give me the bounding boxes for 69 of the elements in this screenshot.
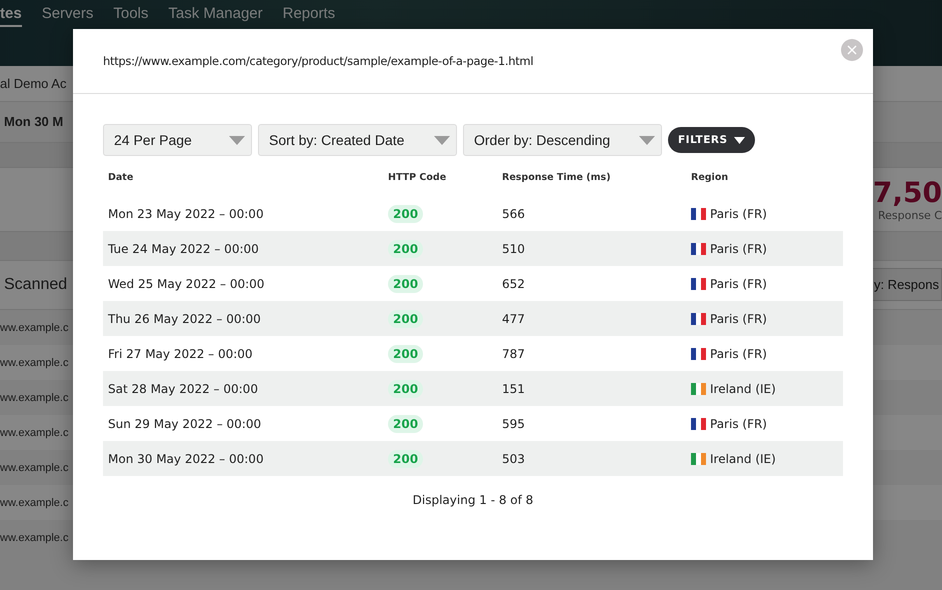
table-cell-text: 566 — [501, 206, 526, 220]
flag-icon — [691, 418, 706, 430]
table-cell-text: 503 — [501, 452, 526, 466]
column-header: Region — [690, 172, 730, 183]
page-url: https://www.example.com/category/product/sample/example-of-a-page-1.html — [103, 54, 534, 68]
flag-icon — [691, 208, 706, 220]
status-code: 200 — [388, 414, 424, 432]
close-icon — [847, 45, 857, 55]
url-link[interactable]: ww.example.c — [0, 462, 68, 474]
flag-icon — [691, 242, 706, 254]
table-cell-text: Sun 29 May 2022 – 00:00 — [107, 416, 262, 430]
nav-tab[interactable]: Servers — [42, 5, 94, 25]
table-cell-text: 787 — [501, 346, 526, 360]
pagination-info: Displaying 1 - 8 of 8 — [412, 493, 534, 507]
stat-label: Response C — [878, 209, 942, 222]
flag-icon — [691, 382, 706, 394]
dropdown[interactable]: Sort by: Created Date — [258, 124, 457, 156]
filters-button[interactable]: FILTERS — [668, 127, 755, 153]
close-button[interactable] — [841, 39, 863, 61]
region-name: Paris (FR) — [710, 312, 767, 326]
flag-icon — [691, 312, 706, 324]
dropdown[interactable]: Order by: Descending — [463, 124, 662, 156]
region-name: Paris (FR) — [710, 276, 767, 290]
url-link[interactable]: ww.example.c — [0, 322, 68, 334]
region-name: Ireland (IE) — [710, 382, 776, 396]
region-name: Paris (FR) — [710, 346, 767, 360]
account-name: al Demo Ac — [0, 76, 66, 91]
table-cell-text: Tue 24 May 2022 – 00:00 — [107, 242, 260, 256]
date-label: Mon 30 M — [4, 114, 64, 130]
flag-icon — [691, 278, 706, 290]
table-cell-text: Thu 26 May 2022 – 00:00 — [107, 312, 262, 326]
url-link[interactable]: ww.example.c — [0, 392, 68, 404]
column-header: HTTP Code — [387, 172, 448, 183]
status-code: 200 — [388, 274, 424, 292]
dropdown[interactable]: 24 Per Page — [103, 124, 252, 156]
table-cell-text: 510 — [501, 242, 526, 256]
region-name: Paris (FR) — [710, 206, 767, 220]
table-cell-text: Mon 30 May 2022 – 00:00 — [107, 452, 265, 466]
nav-tab[interactable]: Tools — [113, 5, 148, 25]
nav-tab[interactable]: Task Manager — [168, 5, 263, 25]
column-header: Date — [107, 172, 134, 183]
url-link[interactable]: ww.example.c — [0, 496, 68, 508]
nav-tab[interactable]: tes — [0, 5, 22, 27]
table-cell-text: 151 — [501, 382, 526, 396]
table-cell-text: Sat 28 May 2022 – 00:00 — [107, 382, 259, 396]
section-title: Scanned — [4, 276, 68, 294]
status-code: 200 — [388, 380, 424, 398]
region-name: Paris (FR) — [710, 416, 767, 430]
column-header: Response Time (ms) — [501, 172, 612, 183]
status-code: 200 — [388, 204, 424, 222]
flag-icon — [691, 348, 706, 360]
status-code: 200 — [388, 344, 424, 362]
stat-value: 7,50 — [872, 177, 942, 210]
status-code: 200 — [388, 450, 424, 468]
flag-icon — [691, 452, 706, 464]
table-cell-text: Mon 23 May 2022 – 00:00 — [107, 206, 265, 220]
table-cell-text: 652 — [501, 276, 526, 290]
table-cell-text: 595 — [501, 416, 526, 430]
url-link[interactable]: ww.example.c — [0, 532, 68, 544]
region-name: Ireland (IE) — [710, 452, 776, 466]
url-link[interactable]: ww.example.c — [0, 426, 68, 438]
table-cell-text: Wed 25 May 2022 – 00:00 — [107, 276, 266, 290]
status-code: 200 — [388, 310, 424, 328]
url-link[interactable]: ww.example.c — [0, 356, 68, 368]
status-code: 200 — [388, 240, 424, 258]
table-cell-text: Fri 27 May 2022 – 00:00 — [107, 346, 254, 360]
table-cell-text: 477 — [501, 312, 526, 326]
nav-tab[interactable]: Reports — [282, 5, 336, 25]
region-name: Paris (FR) — [710, 242, 767, 256]
